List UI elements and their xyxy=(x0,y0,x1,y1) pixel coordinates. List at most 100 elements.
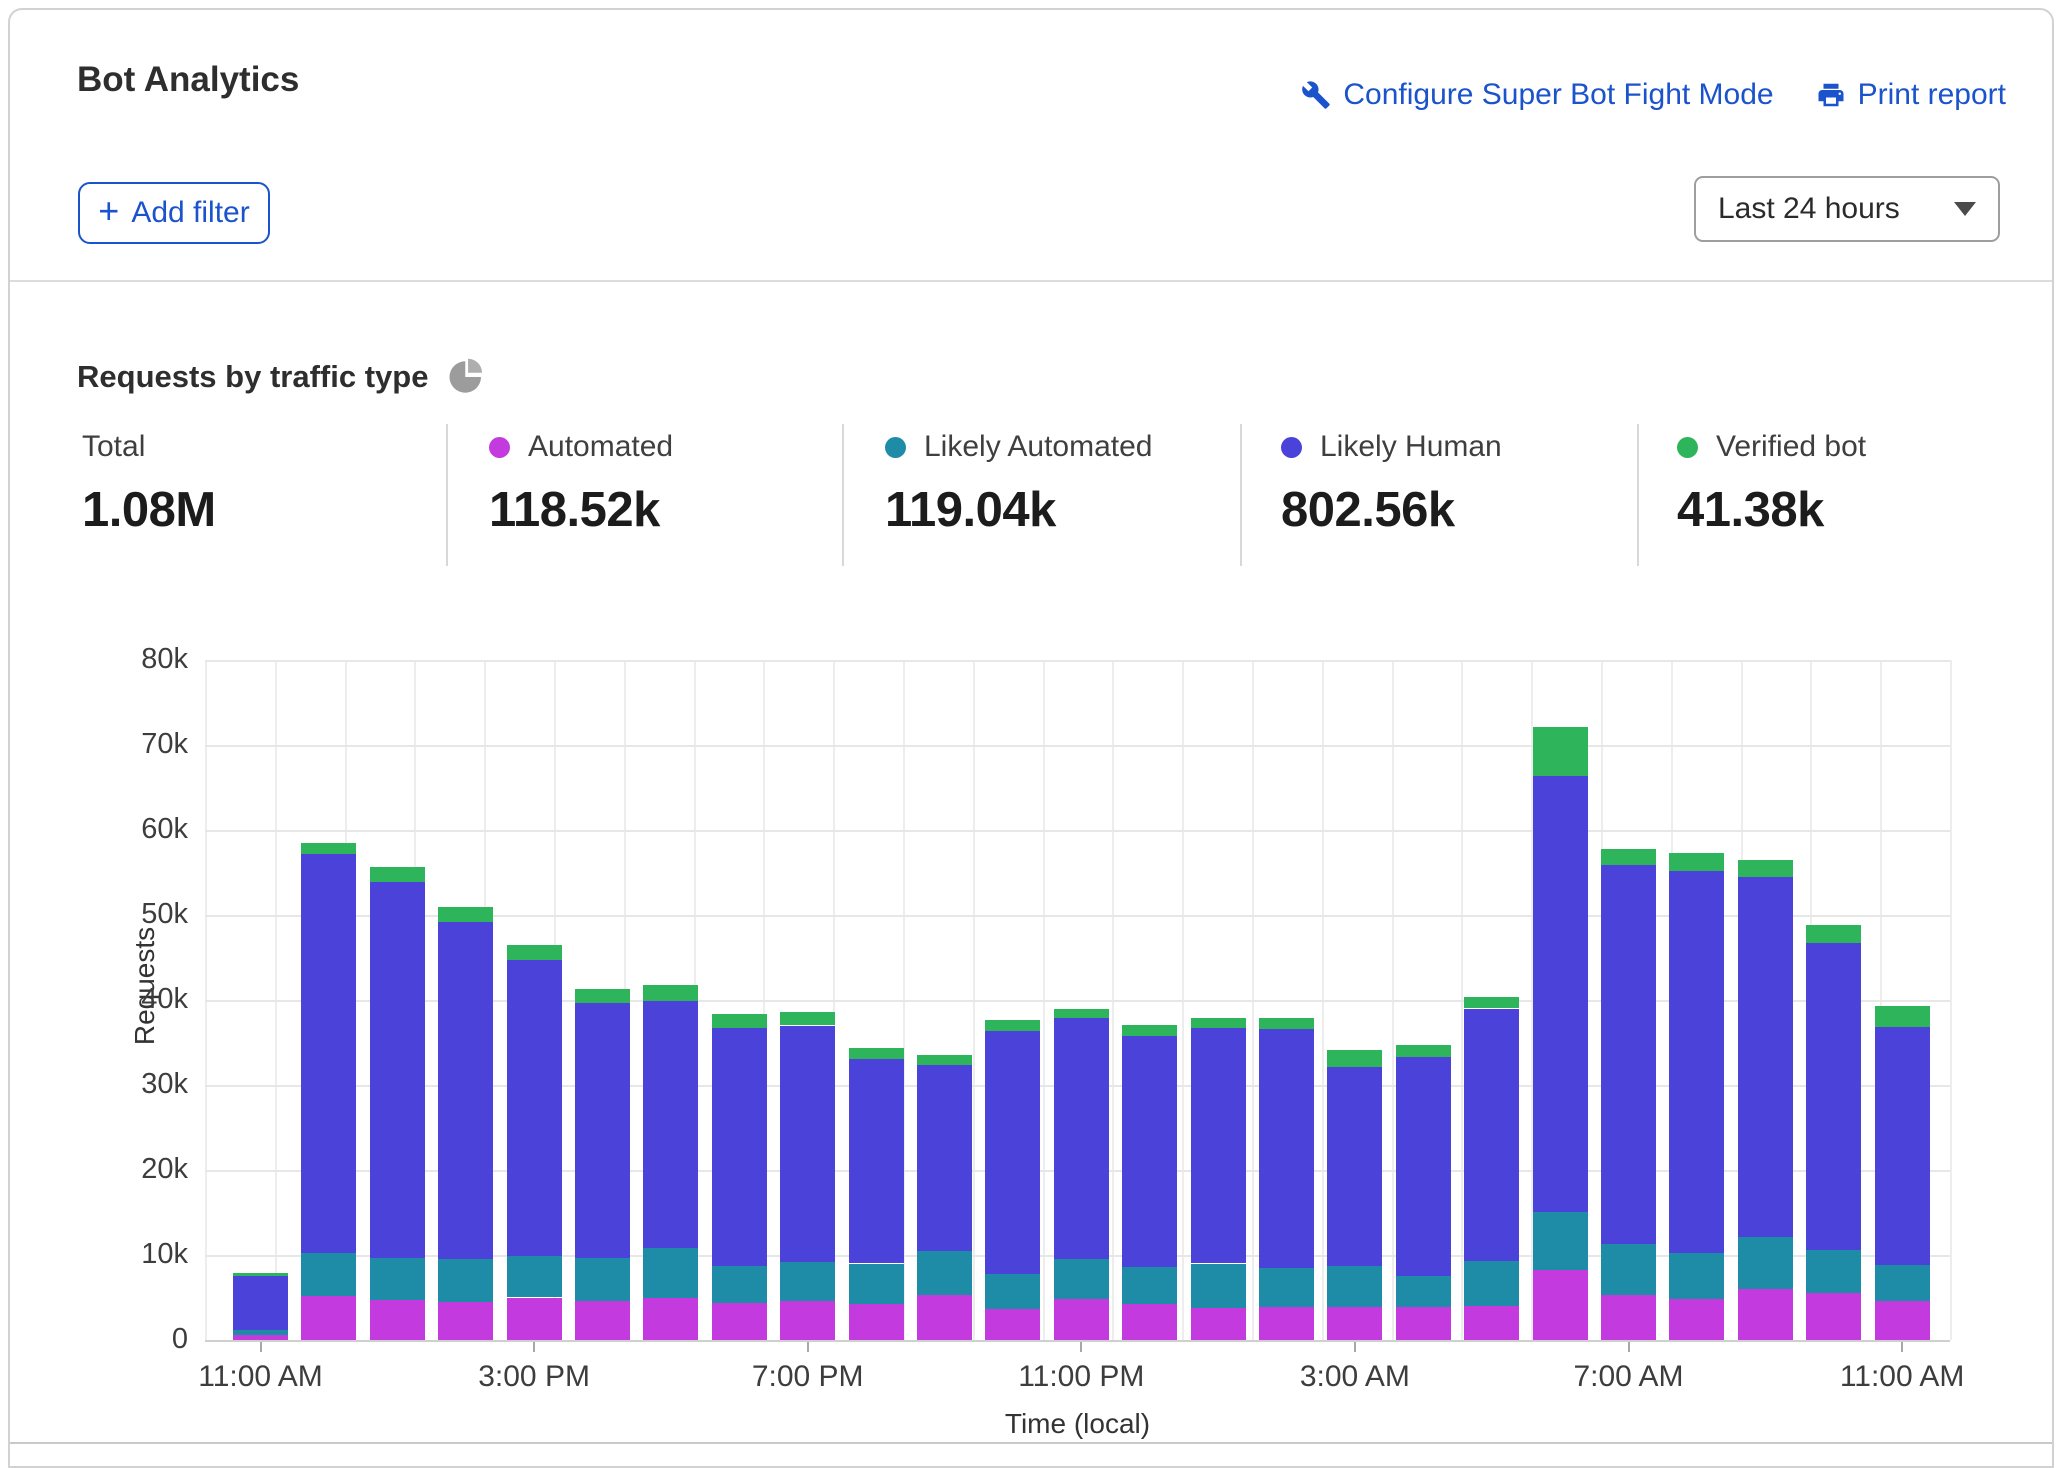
bar-segment-likely-human[interactable] xyxy=(643,1001,698,1248)
bar-segment-likely-human[interactable] xyxy=(1738,877,1793,1237)
bar-segment-likely-human[interactable] xyxy=(1327,1067,1382,1266)
bar-segment-likely-human[interactable] xyxy=(301,854,356,1254)
bar-segment-likely-automated[interactable] xyxy=(370,1258,425,1300)
bar-segment-verified-bot[interactable] xyxy=(1327,1050,1382,1067)
bar-segment-likely-automated[interactable] xyxy=(1533,1212,1588,1271)
bar-segment-verified-bot[interactable] xyxy=(1259,1018,1314,1029)
add-filter-button[interactable]: + Add filter xyxy=(78,182,270,244)
bar-segment-verified-bot[interactable] xyxy=(507,945,562,960)
bar-segment-likely-automated[interactable] xyxy=(575,1258,630,1301)
bar-segment-automated[interactable] xyxy=(301,1296,356,1340)
bar-segment-likely-automated[interactable] xyxy=(780,1262,835,1301)
bar-segment-likely-human[interactable] xyxy=(1669,871,1724,1254)
bar-segment-automated[interactable] xyxy=(1806,1293,1861,1340)
bar-segment-verified-bot[interactable] xyxy=(1191,1018,1246,1028)
bar-segment-likely-automated[interactable] xyxy=(985,1274,1040,1309)
configure-super-bot-fight-mode-link[interactable]: Configure Super Bot Fight Mode xyxy=(1301,78,1773,112)
bar-segment-automated[interactable] xyxy=(1875,1301,1930,1340)
bar-segment-likely-automated[interactable] xyxy=(1669,1253,1724,1299)
bar-segment-verified-bot[interactable] xyxy=(1396,1045,1451,1057)
bar-segment-verified-bot[interactable] xyxy=(575,989,630,1003)
bar-segment-automated[interactable] xyxy=(712,1303,767,1340)
bar-segment-likely-human[interactable] xyxy=(370,882,425,1259)
bar-segment-likely-human[interactable] xyxy=(1054,1018,1109,1259)
bar-segment-automated[interactable] xyxy=(1054,1299,1109,1340)
bar-segment-automated[interactable] xyxy=(985,1309,1040,1340)
bar-segment-automated[interactable] xyxy=(1259,1307,1314,1340)
bar-segment-verified-bot[interactable] xyxy=(917,1055,972,1064)
bar-segment-likely-automated[interactable] xyxy=(1396,1276,1451,1307)
bar-segment-likely-human[interactable] xyxy=(849,1059,904,1264)
bar-segment-likely-automated[interactable] xyxy=(643,1248,698,1298)
bar-segment-likely-automated[interactable] xyxy=(849,1264,904,1305)
bar-segment-likely-automated[interactable] xyxy=(301,1253,356,1296)
bar-segment-likely-automated[interactable] xyxy=(1464,1261,1519,1306)
bar-segment-verified-bot[interactable] xyxy=(1875,1006,1930,1027)
bar-segment-likely-human[interactable] xyxy=(1122,1036,1177,1267)
bar-segment-verified-bot[interactable] xyxy=(985,1020,1040,1030)
bar-segment-likely-automated[interactable] xyxy=(1806,1250,1861,1293)
bar-segment-likely-automated[interactable] xyxy=(1738,1237,1793,1289)
bar-segment-likely-automated[interactable] xyxy=(1601,1244,1656,1295)
bar-segment-likely-automated[interactable] xyxy=(1327,1266,1382,1307)
bar-segment-likely-human[interactable] xyxy=(507,960,562,1256)
bar-segment-automated[interactable] xyxy=(1601,1295,1656,1340)
bar-segment-verified-bot[interactable] xyxy=(780,1012,835,1026)
bar-segment-likely-automated[interactable] xyxy=(1875,1265,1930,1301)
bar-segment-automated[interactable] xyxy=(438,1302,493,1340)
bar-segment-automated[interactable] xyxy=(780,1301,835,1340)
bar-segment-likely-human[interactable] xyxy=(1601,865,1656,1244)
bar-segment-likely-automated[interactable] xyxy=(917,1251,972,1295)
bar-segment-verified-bot[interactable] xyxy=(1601,849,1656,865)
bar-segment-verified-bot[interactable] xyxy=(1806,925,1861,943)
bar-segment-likely-automated[interactable] xyxy=(1122,1267,1177,1304)
bar-segment-likely-human[interactable] xyxy=(1396,1057,1451,1276)
bar-segment-verified-bot[interactable] xyxy=(643,985,698,1001)
bar-segment-automated[interactable] xyxy=(643,1298,698,1340)
bar-segment-likely-automated[interactable] xyxy=(233,1330,288,1335)
bar-segment-verified-bot[interactable] xyxy=(370,867,425,881)
bar-segment-automated[interactable] xyxy=(1191,1308,1246,1340)
bar-segment-likely-human[interactable] xyxy=(233,1276,288,1330)
bar-segment-likely-human[interactable] xyxy=(1875,1027,1930,1265)
print-report-link[interactable]: Print report xyxy=(1816,78,2006,112)
bar-segment-automated[interactable] xyxy=(1327,1307,1382,1340)
bar-segment-likely-human[interactable] xyxy=(780,1026,835,1262)
bar-segment-automated[interactable] xyxy=(1464,1306,1519,1340)
bar-segment-likely-automated[interactable] xyxy=(1054,1259,1109,1299)
bar-segment-likely-automated[interactable] xyxy=(438,1259,493,1302)
bar-segment-verified-bot[interactable] xyxy=(1054,1009,1109,1018)
bar-segment-likely-automated[interactable] xyxy=(1259,1268,1314,1307)
bar-segment-verified-bot[interactable] xyxy=(712,1014,767,1028)
bar-segment-automated[interactable] xyxy=(1738,1289,1793,1340)
bar-segment-verified-bot[interactable] xyxy=(1669,853,1724,871)
bar-segment-automated[interactable] xyxy=(1122,1304,1177,1340)
bar-segment-automated[interactable] xyxy=(1396,1307,1451,1340)
bar-segment-likely-human[interactable] xyxy=(1191,1028,1246,1263)
bar-segment-automated[interactable] xyxy=(917,1295,972,1340)
bar-segment-likely-human[interactable] xyxy=(1464,1009,1519,1261)
bar-segment-likely-automated[interactable] xyxy=(712,1266,767,1303)
bar-segment-verified-bot[interactable] xyxy=(1738,860,1793,877)
bar-segment-automated[interactable] xyxy=(575,1301,630,1340)
bar-segment-automated[interactable] xyxy=(507,1298,562,1341)
bar-segment-likely-human[interactable] xyxy=(712,1028,767,1266)
bar-segment-likely-human[interactable] xyxy=(1533,776,1588,1212)
bar-segment-likely-human[interactable] xyxy=(1806,943,1861,1250)
bar-segment-verified-bot[interactable] xyxy=(233,1273,288,1276)
bar-segment-likely-human[interactable] xyxy=(438,922,493,1259)
bar-segment-likely-human[interactable] xyxy=(917,1065,972,1251)
bar-segment-automated[interactable] xyxy=(1533,1270,1588,1340)
bar-segment-automated[interactable] xyxy=(233,1335,288,1340)
bar-segment-verified-bot[interactable] xyxy=(438,907,493,921)
bar-segment-verified-bot[interactable] xyxy=(301,843,356,854)
bar-segment-likely-human[interactable] xyxy=(1259,1029,1314,1268)
bar-segment-verified-bot[interactable] xyxy=(849,1048,904,1058)
bar-segment-automated[interactable] xyxy=(849,1304,904,1340)
bar-segment-verified-bot[interactable] xyxy=(1122,1025,1177,1036)
bar-segment-likely-automated[interactable] xyxy=(507,1256,562,1298)
time-range-dropdown[interactable]: Last 24 hours xyxy=(1694,176,2000,242)
bar-segment-verified-bot[interactable] xyxy=(1533,727,1588,775)
bar-segment-automated[interactable] xyxy=(1669,1299,1724,1340)
bar-segment-likely-human[interactable] xyxy=(985,1031,1040,1274)
